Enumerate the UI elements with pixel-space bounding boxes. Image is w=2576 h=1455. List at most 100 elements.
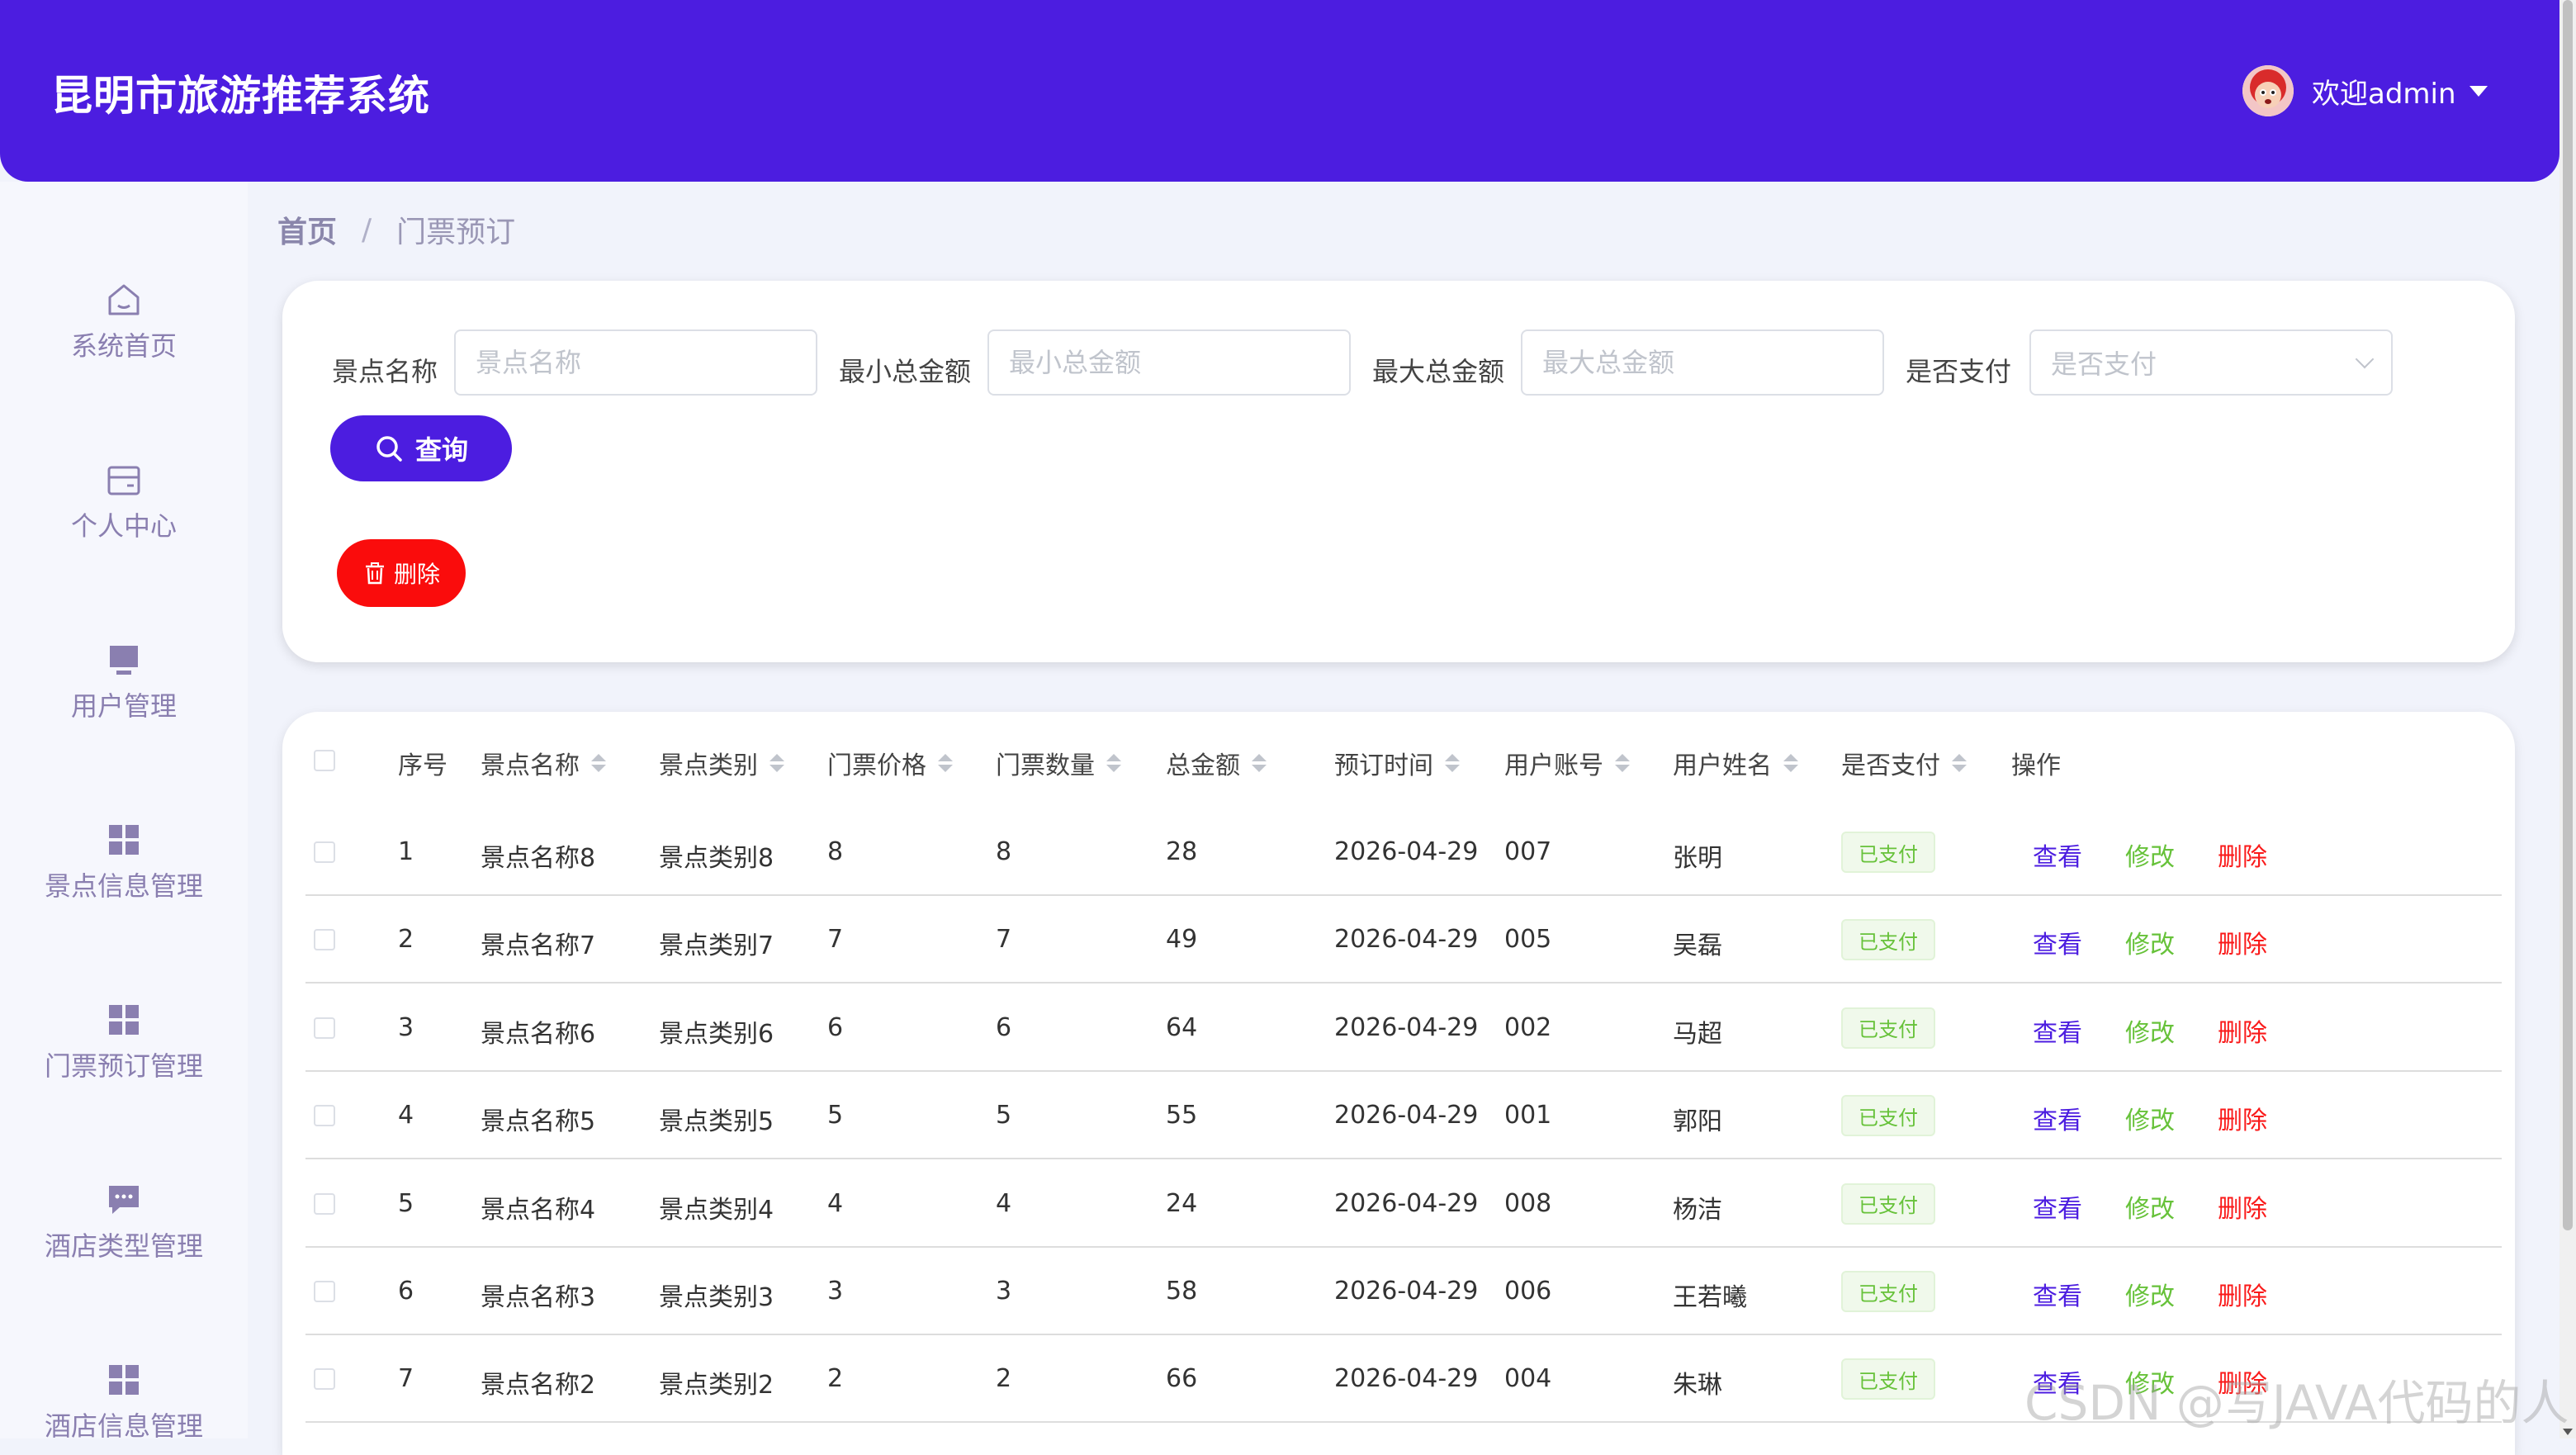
min-amount-input[interactable]	[987, 329, 1351, 396]
sort-icon[interactable]	[1615, 754, 1630, 772]
scenic-name-input[interactable]	[454, 329, 817, 396]
sidebar-item-scenic[interactable]: 景点信息管理	[0, 821, 248, 903]
batch-delete-button[interactable]: 删除	[337, 539, 466, 607]
grid-icon	[109, 1365, 139, 1395]
header-scenic-name[interactable]: 景点名称	[481, 745, 606, 781]
max-amount-input[interactable]	[1521, 329, 1884, 396]
sidebar-item-ticket[interactable]: 门票预订管理	[0, 1001, 248, 1083]
view-button[interactable]: 查看	[2033, 1012, 2082, 1049]
header-user-account[interactable]: 用户账号	[1504, 745, 1630, 781]
header-label: 门票价格	[827, 751, 926, 780]
sidebar-item-label: 系统首页	[70, 330, 177, 362]
header-ticket-price[interactable]: 门票价格	[827, 745, 953, 781]
sidebar-item-hotel-info[interactable]: 酒店信息管理	[0, 1361, 248, 1443]
row-checkbox[interactable]	[314, 929, 335, 951]
header-label: 门票数量	[996, 751, 1095, 780]
delete-button[interactable]: 删除	[2218, 1188, 2267, 1225]
cell-booking-time: 2026-04-29	[1334, 925, 1479, 955]
header-ticket-quantity[interactable]: 门票数量	[996, 745, 1121, 781]
paid-status-placeholder: 是否支付	[2051, 348, 2157, 380]
sidebar-item-home[interactable]: 系统首页	[0, 281, 248, 363]
sidebar-item-hotel-type[interactable]: 酒店类型管理	[0, 1181, 248, 1263]
cell-ticket-quantity: 4	[996, 1188, 1012, 1218]
chat-icon	[109, 1186, 139, 1214]
header-paid[interactable]: 是否支付	[1841, 745, 1967, 781]
app-title: 昆明市旅游推荐系统	[51, 72, 430, 120]
paid-status-select[interactable]: 是否支付	[2029, 329, 2393, 396]
cell-scenic-category: 景点类别2	[659, 1371, 774, 1400]
sort-icon[interactable]	[1252, 754, 1267, 772]
delete-button-label: 删除	[393, 561, 440, 588]
query-button[interactable]: 查询	[330, 415, 512, 481]
view-button[interactable]: 查看	[2033, 1276, 2082, 1312]
header-booking-time[interactable]: 预订时间	[1334, 745, 1460, 781]
edit-button[interactable]: 修改	[2125, 1188, 2175, 1225]
cell-user-name: 王若曦	[1673, 1283, 1747, 1312]
edit-button[interactable]: 修改	[2125, 924, 2175, 960]
cell-ticket-price: 7	[827, 925, 844, 955]
row-checkbox[interactable]	[314, 1368, 335, 1391]
row-checkbox[interactable]	[314, 841, 335, 863]
view-button[interactable]: 查看	[2033, 837, 2082, 873]
grid-icon	[109, 1005, 139, 1035]
row-checkbox[interactable]	[314, 1281, 335, 1302]
edit-button[interactable]: 修改	[2125, 837, 2175, 873]
sort-icon[interactable]	[1783, 754, 1798, 772]
max-amount-label: 最大总金额	[1372, 356, 1505, 387]
cell-booking-time: 2026-04-29	[1334, 1277, 1479, 1306]
sort-icon[interactable]	[769, 754, 784, 772]
cell-scenic-category: 景点类别3	[659, 1283, 774, 1312]
cell-index: 1	[398, 837, 414, 866]
delete-button[interactable]: 删除	[2218, 1100, 2267, 1136]
cell-scenic-name: 景点名称8	[481, 844, 596, 873]
view-button[interactable]: 查看	[2033, 924, 2082, 960]
cell-scenic-name: 景点名称5	[481, 1107, 596, 1137]
paid-status-badge: 已支付	[1841, 1182, 1935, 1225]
cell-user-account: 005	[1504, 925, 1552, 955]
query-button-label: 查询	[414, 434, 468, 466]
cell-index: 3	[398, 1012, 414, 1042]
top-header: 昆明市旅游推荐系统 欢迎admin	[0, 0, 2559, 182]
view-button[interactable]: 查看	[2033, 1100, 2082, 1136]
breadcrumb-home[interactable]: 首页	[277, 208, 337, 251]
cell-ticket-quantity: 3	[996, 1277, 1012, 1306]
row-checkbox[interactable]	[314, 1017, 335, 1039]
edit-button[interactable]: 修改	[2125, 1276, 2175, 1312]
edit-button[interactable]: 修改	[2125, 1012, 2175, 1049]
select-all-checkbox[interactable]	[314, 750, 335, 771]
sidebar-item-profile[interactable]: 个人中心	[0, 461, 248, 543]
sidebar-item-users[interactable]: 用户管理	[0, 641, 248, 723]
cell-booking-time: 2026-04-29	[1334, 1364, 1479, 1394]
sidebar-item-label: 个人中心	[70, 510, 177, 542]
header-label: 总金额	[1166, 751, 1240, 780]
cell-ticket-quantity: 8	[996, 837, 1012, 866]
sort-icon[interactable]	[1952, 754, 1967, 772]
view-button[interactable]: 查看	[2033, 1188, 2082, 1225]
row-checkbox[interactable]	[314, 1192, 335, 1215]
delete-button[interactable]: 删除	[2218, 837, 2267, 873]
sidebar-item-label: 酒店类型管理	[44, 1230, 203, 1262]
cell-user-name: 杨洁	[1673, 1195, 1722, 1225]
header-scenic-category[interactable]: 景点类别	[659, 745, 784, 781]
delete-button[interactable]: 删除	[2218, 1012, 2267, 1049]
page-scrollbar[interactable]	[2559, 0, 2576, 1438]
user-menu[interactable]: 欢迎admin	[2242, 64, 2488, 117]
cell-user-account: 008	[1504, 1188, 1552, 1218]
sort-icon[interactable]	[1106, 754, 1121, 772]
cell-index: 2	[398, 925, 414, 955]
cell-ticket-price: 3	[827, 1277, 844, 1306]
header-user-name[interactable]: 用户姓名	[1673, 745, 1798, 781]
sort-icon[interactable]	[1445, 754, 1460, 772]
sort-icon[interactable]	[591, 754, 606, 772]
delete-button[interactable]: 删除	[2218, 924, 2267, 960]
delete-button[interactable]: 删除	[2218, 1276, 2267, 1312]
chevron-down-icon[interactable]	[2469, 85, 2488, 97]
row-checkbox[interactable]	[314, 1105, 335, 1127]
edit-button[interactable]: 修改	[2125, 1100, 2175, 1136]
breadcrumb-current: 门票预订	[396, 216, 516, 249]
cell-scenic-category: 景点类别4	[659, 1195, 774, 1225]
scrollbar-thumb[interactable]	[2563, 0, 2573, 1230]
header-label: 预订时间	[1334, 751, 1433, 780]
header-total-amount[interactable]: 总金额	[1166, 745, 1267, 781]
sort-icon[interactable]	[938, 754, 953, 772]
